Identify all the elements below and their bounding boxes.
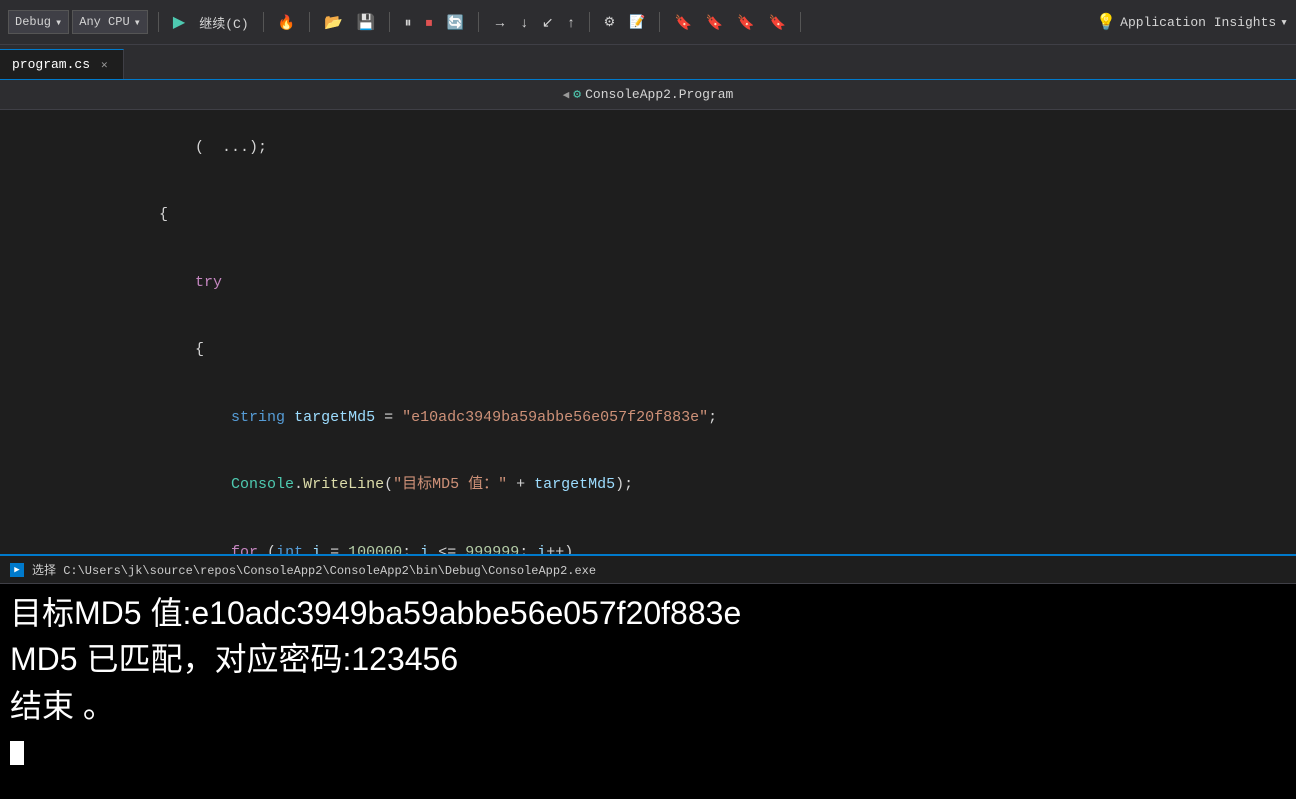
breakpoint-btn3[interactable]: 🔖 [733, 10, 758, 34]
debug-extra1[interactable]: ⚙ [600, 10, 620, 34]
console-title: 选择 C:\Users\jk\source\repos\ConsoleApp2\… [32, 561, 596, 578]
sep3 [309, 12, 310, 32]
console-icon: ▶ [10, 563, 24, 577]
console-cursor-line [10, 733, 1286, 765]
line-number [0, 249, 45, 317]
sep2 [263, 12, 264, 32]
console-line2: MD5 已匹配，对应密码:123456 [10, 636, 1286, 682]
sep4 [389, 12, 390, 32]
debug-config-group: Debug ▾ Any CPU ▾ [8, 10, 148, 34]
line-content: string targetMd5 = "e10adc3949ba59abbe56… [65, 384, 717, 452]
location-bar: ◀ ⚙ ConsoleApp2.Program [0, 80, 1296, 110]
app-insights-group: 💡 Application Insights ▾ [1096, 12, 1288, 32]
console-path: 选择 C:\Users\jk\source\repos\ConsoleApp2\… [32, 561, 596, 578]
program-tab-close[interactable]: ✕ [98, 57, 111, 73]
console-panel: ▶ 选择 C:\Users\jk\source\repos\ConsoleApp… [0, 554, 1296, 799]
sep8 [800, 12, 801, 32]
restart-button[interactable]: 🔄 [442, 10, 467, 34]
sep1 [158, 12, 159, 32]
code-container: ( ...); { try [0, 110, 1296, 554]
line-number [0, 384, 45, 452]
line-gutter [45, 452, 65, 520]
code-line: { [0, 317, 1296, 385]
code-line: ( ...); [0, 114, 1296, 182]
console-title-bar: ▶ 选择 C:\Users\jk\source\repos\ConsoleApp… [0, 556, 1296, 584]
hot-reload-button[interactable]: 🔥 [274, 10, 299, 34]
line-gutter [45, 249, 65, 317]
line-number [0, 114, 45, 182]
pause-button[interactable]: ⏸ [400, 10, 415, 34]
debug-dropdown[interactable]: Debug ▾ [8, 10, 69, 34]
location-content: ◀ ⚙ ConsoleApp2.Program [563, 87, 734, 102]
line-number [0, 317, 45, 385]
line-gutter [45, 114, 65, 182]
save-button[interactable]: 💾 [353, 10, 380, 34]
location-text: ConsoleApp2.Program [585, 87, 733, 102]
line-gutter [45, 519, 65, 554]
line-gutter [45, 182, 65, 250]
breakpoint-btn2[interactable]: 🔖 [702, 10, 727, 34]
code-line: Console.WriteLine("目标MD5 值：" + targetMd5… [0, 452, 1296, 520]
cpu-chevron: ▾ [134, 15, 141, 30]
main-window: Debug ▾ Any CPU ▾ ▶ 继续(C) 🔥 📂 💾 ⏸ ⏹ 🔄 → … [0, 0, 1296, 799]
line-content: for (int i = 100000; i <= 999999; i++) [65, 519, 573, 554]
app-insights-icon: 💡 [1096, 12, 1116, 32]
line-content: try [65, 249, 222, 317]
breakpoint-btn1[interactable]: 🔖 [670, 10, 695, 34]
line-content: Console.WriteLine("目标MD5 值：" + targetMd5… [65, 452, 633, 520]
line-content: { [65, 317, 204, 385]
debug-chevron: ▾ [55, 15, 62, 30]
console-cursor [10, 741, 24, 765]
line-number [0, 519, 45, 554]
code-line: try [0, 249, 1296, 317]
next-statement-button[interactable]: → [489, 10, 511, 34]
stop-button[interactable]: ⏹ [421, 10, 436, 34]
toolbar: Debug ▾ Any CPU ▾ ▶ 继续(C) 🔥 📂 💾 ⏸ ⏹ 🔄 → … [0, 0, 1296, 45]
location-icon: ⚙ [573, 87, 581, 102]
app-insights-label: Application Insights [1120, 15, 1276, 30]
program-tab[interactable]: program.cs ✕ [0, 49, 124, 79]
continue-button[interactable]: ▶ [169, 10, 189, 34]
line-number [0, 182, 45, 250]
line-content: ( ...); [65, 114, 267, 182]
console-line1: 目标MD5 值:e10adc3949ba59abbe56e057f20f883e [10, 590, 1286, 636]
code-editor[interactable]: ( ...); { try [0, 110, 1296, 554]
cpu-dropdown[interactable]: Any CPU ▾ [72, 10, 148, 34]
location-left-arrow: ◀ [563, 88, 570, 102]
tab-bar: program.cs ✕ [0, 45, 1296, 80]
program-tab-label: program.cs [12, 57, 90, 72]
line-gutter [45, 317, 65, 385]
cpu-label: Any CPU [79, 15, 129, 29]
debug-extra2[interactable]: 📝 [625, 10, 649, 34]
sep6 [589, 12, 590, 32]
code-line: { [0, 182, 1296, 250]
line-content: { [65, 182, 168, 250]
sep7 [659, 12, 660, 32]
open-file-button[interactable]: 📂 [320, 10, 347, 34]
step-over-button[interactable]: ↓ [517, 10, 532, 34]
console-output: 目标MD5 值:e10adc3949ba59abbe56e057f20f883e… [0, 584, 1296, 799]
sep5 [478, 12, 479, 32]
code-line: string targetMd5 = "e10adc3949ba59abbe56… [0, 384, 1296, 452]
code-line: for (int i = 100000; i <= 999999; i++) [0, 519, 1296, 554]
debug-label: Debug [15, 15, 51, 29]
step-into-button[interactable]: ↙ [538, 10, 558, 34]
line-gutter [45, 384, 65, 452]
step-out-button[interactable]: ↑ [564, 10, 579, 34]
app-insights-chevron: ▾ [1280, 15, 1288, 30]
line-number [0, 452, 45, 520]
breakpoint-btn4[interactable]: 🔖 [765, 10, 790, 34]
continue-label[interactable]: 继续(C) [195, 10, 252, 34]
console-line3: 结束 。 [10, 683, 1286, 729]
